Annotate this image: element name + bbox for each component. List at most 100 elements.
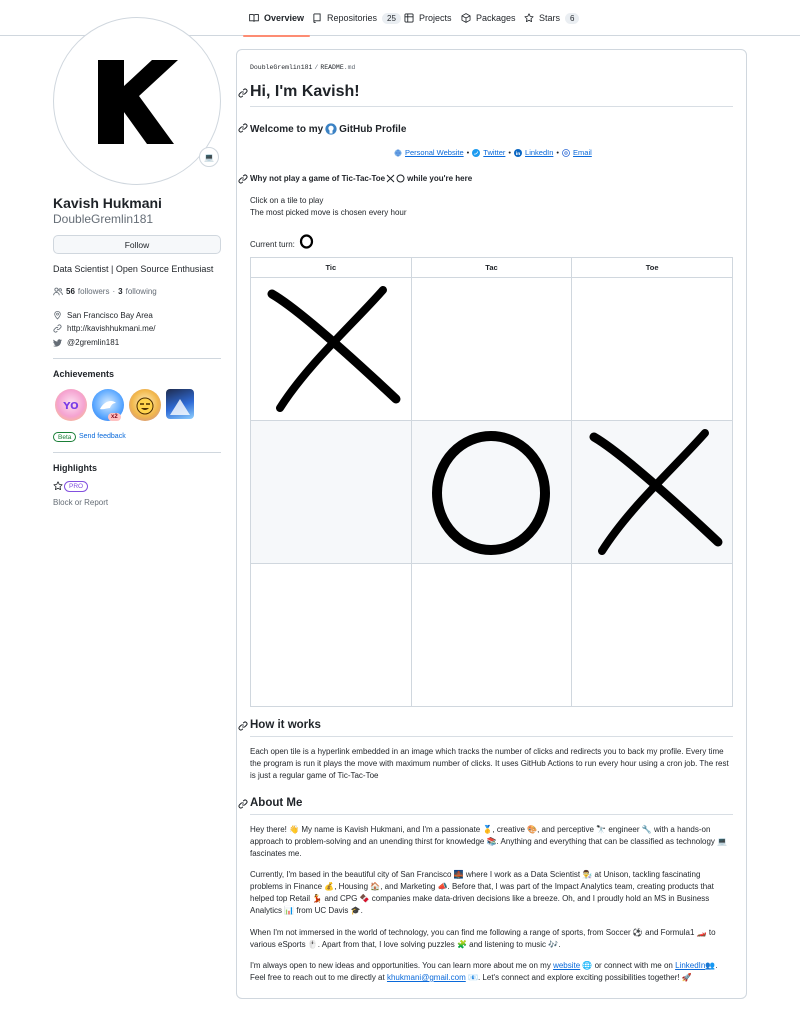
avatar[interactable] bbox=[53, 17, 221, 185]
vcard-twitter: @2gremlin181 bbox=[53, 338, 119, 347]
x-o-icon bbox=[386, 174, 405, 183]
column-header: Tic bbox=[250, 257, 412, 278]
o-mark bbox=[431, 431, 550, 555]
tab-label: Repositories bbox=[327, 13, 378, 23]
profile-fullname: Kavish Hukmani bbox=[53, 195, 162, 211]
people-icon bbox=[53, 287, 63, 296]
profile-username: DoubleGremlin181 bbox=[53, 212, 154, 226]
breadcrumb-file[interactable]: README bbox=[320, 64, 343, 71]
tab-stars[interactable]: Stars 6 bbox=[524, 0, 580, 36]
board-tile[interactable] bbox=[412, 421, 572, 563]
k-logo-image bbox=[98, 60, 178, 144]
bullet-separator: • bbox=[466, 148, 470, 157]
heading-rule bbox=[250, 736, 733, 737]
about-email-link[interactable]: khukmani@gmail.com bbox=[387, 973, 466, 982]
about-p4-text: 📧. Let's connect and explore exciting po… bbox=[468, 973, 692, 982]
bullet-separator: • bbox=[508, 148, 512, 157]
board-cell bbox=[250, 277, 412, 421]
sidebar-divider bbox=[53, 452, 221, 453]
social-links-row: Personal Website • Twitter • in LinkedIn… bbox=[394, 148, 592, 157]
svg-text:YO: YO bbox=[62, 401, 78, 412]
current-turn-label: Current turn: bbox=[250, 240, 295, 249]
github-octocat-icon bbox=[325, 123, 337, 135]
about-p4-text: 🌐 or connect with me on bbox=[582, 961, 673, 970]
about-p4-text: I'm always open to new ideas and opportu… bbox=[250, 961, 551, 970]
twitter-icon bbox=[53, 338, 62, 347]
breadcrumb-separator: / bbox=[314, 64, 319, 71]
yolo-icon: YO bbox=[62, 401, 78, 412]
followers-following: 56 followers · 3 following bbox=[53, 287, 157, 296]
followers-count[interactable]: 56 bbox=[66, 287, 75, 296]
svg-text:in: in bbox=[516, 150, 521, 156]
twitter-handle[interactable]: @2gremlin181 bbox=[67, 338, 119, 347]
board-tile[interactable] bbox=[251, 421, 411, 563]
breadcrumb-user[interactable]: DoubleGremlin181 bbox=[250, 64, 312, 71]
following-label[interactable]: following bbox=[126, 287, 157, 296]
board-tile[interactable] bbox=[412, 564, 572, 706]
table-icon bbox=[404, 13, 414, 23]
location-icon bbox=[54, 311, 61, 320]
website-link[interactable]: http://kavishhukmani.me/ bbox=[67, 324, 155, 333]
about-paragraph-3: When I'm not immersed in the world of te… bbox=[250, 928, 716, 949]
achievements-title[interactable]: Achievements bbox=[53, 369, 114, 379]
board-cell bbox=[571, 277, 733, 421]
board-cell bbox=[250, 563, 412, 707]
about-paragraph-1: Hey there! 👋 My name is Kavish Hukmani, … bbox=[250, 825, 728, 858]
about-paragraph-4: I'm always open to new ideas and opportu… bbox=[250, 960, 730, 984]
star-icon bbox=[53, 481, 63, 491]
achievement-yolo-badge[interactable]: YO bbox=[55, 389, 87, 421]
tab-packages[interactable]: Packages bbox=[461, 0, 516, 36]
bullet-separator: • bbox=[556, 148, 560, 157]
book-icon bbox=[249, 14, 259, 22]
breadcrumb-extension: .md bbox=[343, 64, 356, 71]
tab-repositories[interactable]: Repositories 25 bbox=[312, 0, 401, 36]
anchor-link-icon[interactable] bbox=[238, 799, 248, 809]
anchor-link-icon[interactable] bbox=[238, 123, 248, 133]
heading-rule bbox=[250, 106, 733, 107]
game-heading-post: while you're here bbox=[407, 174, 473, 183]
link-icon bbox=[53, 324, 62, 333]
linkedin-icon: in bbox=[514, 148, 523, 157]
board-tile[interactable] bbox=[572, 278, 732, 420]
send-feedback-link[interactable]: Send feedback bbox=[79, 433, 126, 440]
about-linkedin-link[interactable]: LinkedIn bbox=[675, 961, 705, 970]
anchor-link-icon[interactable] bbox=[238, 174, 248, 184]
block-or-report-link[interactable]: Block or Report bbox=[53, 498, 108, 507]
personal-website-link[interactable]: Personal Website bbox=[405, 148, 464, 157]
achievement-quickdraw-badge[interactable] bbox=[129, 389, 161, 421]
vault-icon bbox=[170, 399, 190, 415]
anchor-link-icon[interactable] bbox=[238, 721, 248, 731]
email-icon bbox=[562, 148, 570, 157]
tab-label: Projects bbox=[419, 13, 452, 23]
about-website-link[interactable]: website bbox=[553, 961, 580, 970]
location-text: San Francisco Bay Area bbox=[67, 310, 153, 320]
tab-projects[interactable]: Projects bbox=[404, 0, 452, 36]
tab-overview[interactable]: Overview bbox=[242, 0, 311, 37]
board-tile[interactable] bbox=[251, 564, 411, 706]
game-instruction-2: The most picked move is chosen every hou… bbox=[250, 208, 407, 217]
achievement-arctic-code-vault-badge[interactable] bbox=[166, 389, 194, 419]
follow-button[interactable]: Follow bbox=[53, 235, 221, 254]
board-tile[interactable] bbox=[572, 564, 732, 706]
board-cell bbox=[410, 277, 573, 421]
column-header: Toe bbox=[571, 257, 733, 278]
repositories-counter: 25 bbox=[382, 12, 401, 24]
status-emoji-button[interactable]: 💻 bbox=[199, 147, 219, 167]
email-link[interactable]: Email bbox=[573, 148, 592, 157]
repo-icon bbox=[313, 13, 321, 23]
twitter-link[interactable]: Twitter bbox=[483, 148, 505, 157]
board-cell bbox=[571, 420, 733, 564]
star-icon bbox=[524, 13, 534, 23]
how-it-works-text: Each open tile is a hyperlink embedded i… bbox=[250, 747, 729, 780]
game-heading-pre: Why not play a game of Tic-Tac-Toe bbox=[250, 174, 386, 183]
separator-dot: · bbox=[112, 287, 116, 296]
game-heading: Why not play a game of Tic-Tac-Toe while… bbox=[250, 174, 472, 183]
stars-counter: 6 bbox=[565, 12, 580, 24]
board-tile[interactable] bbox=[251, 278, 411, 420]
followers-label[interactable]: followers bbox=[78, 287, 110, 296]
board-tile[interactable] bbox=[412, 278, 572, 420]
linkedin-link[interactable]: LinkedIn bbox=[525, 148, 553, 157]
following-count[interactable]: 3 bbox=[118, 287, 122, 296]
board-tile[interactable] bbox=[572, 421, 732, 563]
anchor-link-icon[interactable] bbox=[238, 88, 248, 98]
